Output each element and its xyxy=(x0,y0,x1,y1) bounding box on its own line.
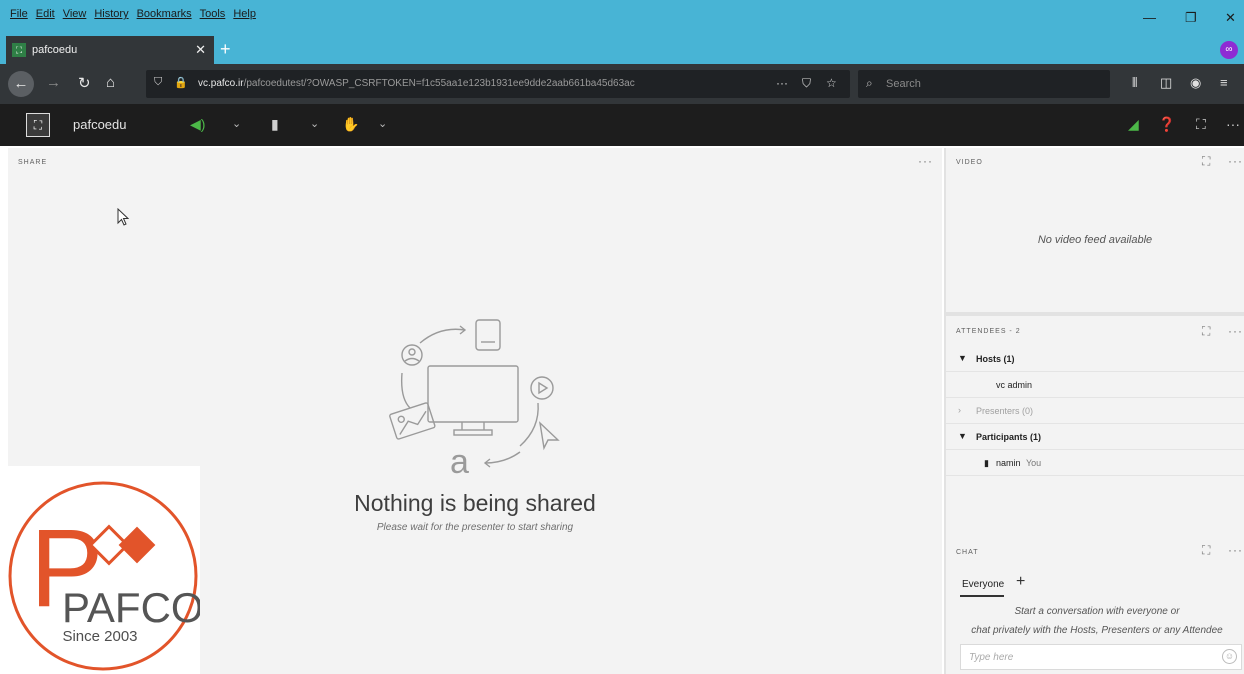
pocket-icon[interactable]: ⛉ xyxy=(802,76,811,91)
video-pod-title: VIDEO xyxy=(956,159,983,166)
add-chat-tab-button[interactable]: + xyxy=(1016,573,1025,591)
mouse-cursor-icon xyxy=(117,208,130,226)
chat-empty-line1: Start a conversation with everyone or xyxy=(1014,606,1180,617)
right-panel: VIDEO ⛶ ··· No video feed available ATTE… xyxy=(944,148,1244,674)
site-identity-icon[interactable]: 🔒 xyxy=(174,76,188,89)
url-bar[interactable]: ⛉ 🔒 vc.pafco.ir/pafcoedutest/?OWASP_CSRF… xyxy=(146,70,850,98)
speaker-dropdown-icon[interactable]: ⌄ xyxy=(232,117,241,130)
share-pod-title: SHARE xyxy=(18,159,48,166)
connection-signal-icon: ◢ xyxy=(1128,116,1139,132)
app-toolbar: ⛶ pafcoedu ◀) ⌄ ▮ ⌄ ✋ ⌄ ◢ ❓ ⛶ ··· xyxy=(0,104,1244,146)
help-icon[interactable]: ❓ xyxy=(1158,116,1175,133)
reload-button[interactable]: ↻ xyxy=(78,74,91,92)
hosts-group[interactable]: ▼ Hosts (1) xyxy=(946,346,1244,372)
menu-hamburger-icon[interactable]: ≡ xyxy=(1220,75,1228,90)
status-dropdown-icon[interactable]: ⌄ xyxy=(378,117,387,130)
app-logo-icon[interactable]: ⛶ xyxy=(26,113,50,137)
navigation-toolbar: ← → ↻ ⌂ ⛉ 🔒 vc.pafco.ir/pafcoedutest/?OW… xyxy=(0,64,1244,104)
menu-tools[interactable]: Tools xyxy=(200,8,226,20)
menu-bookmarks[interactable]: Bookmarks xyxy=(137,8,192,20)
chat-input[interactable]: Type here ☺ xyxy=(960,644,1242,670)
chat-tab-everyone[interactable]: Everyone xyxy=(962,579,1004,590)
participants-group-label: Participants (1) xyxy=(976,432,1042,442)
presenters-group-label: Presenters (0) xyxy=(976,406,1034,416)
chat-pod-title: CHAT xyxy=(956,549,979,556)
attendees-pod-title: ATTENDEES - 2 xyxy=(956,328,1021,335)
restore-button[interactable]: ❐ xyxy=(1185,10,1197,26)
forward-button[interactable]: → xyxy=(46,74,61,91)
tab-title: pafcoedu xyxy=(32,44,78,56)
private-browsing-icon: ∞ xyxy=(1220,41,1238,59)
microphone-icon[interactable]: ▮ xyxy=(271,116,279,133)
search-bar[interactable]: ⌕ Search xyxy=(858,70,1110,98)
menu-file[interactable]: File xyxy=(10,8,28,20)
video-pod-menu-icon[interactable]: ··· xyxy=(1228,154,1243,168)
tab-close-icon[interactable]: ✕ xyxy=(195,42,206,58)
attendees-fullscreen-icon[interactable]: ⛶ xyxy=(1202,324,1210,339)
presenters-group[interactable]: › Presenters (0) xyxy=(946,398,1244,424)
emoji-icon[interactable]: ☺ xyxy=(1222,649,1237,664)
bookmark-star-icon[interactable]: ☆ xyxy=(826,76,837,90)
library-icon[interactable]: ⫴ xyxy=(1132,75,1137,91)
minimize-button[interactable]: — xyxy=(1143,10,1156,25)
svg-text:a: a xyxy=(450,443,469,478)
participant-attendee-name: namin xyxy=(996,458,1021,468)
chat-input-placeholder: Type here xyxy=(969,652,1014,663)
participants-group[interactable]: ▼ Participants (1) xyxy=(946,424,1244,450)
active-tab-indicator xyxy=(960,595,1004,597)
you-label: You xyxy=(1026,458,1042,468)
new-tab-button[interactable]: + xyxy=(220,39,231,60)
chat-empty-line2: chat privately with the Hosts, Presenter… xyxy=(971,625,1223,636)
more-options-icon[interactable]: ··· xyxy=(1226,116,1240,132)
back-button[interactable]: ← xyxy=(8,71,34,97)
participant-attendee-row[interactable]: ▮ namin You xyxy=(946,450,1244,476)
chat-fullscreen-icon[interactable]: ⛶ xyxy=(1202,543,1210,558)
fullscreen-icon[interactable]: ⛶ xyxy=(1196,116,1206,133)
expanded-caret-icon: ▼ xyxy=(958,431,967,441)
app-name: pafcoedu xyxy=(73,117,127,132)
home-button[interactable]: ⌂ xyxy=(106,74,115,91)
menu-help[interactable]: Help xyxy=(233,8,256,20)
no-video-text: No video feed available xyxy=(1037,234,1153,246)
page-actions-icon[interactable]: ··· xyxy=(776,76,788,90)
watermark-since-text: Since 2003 xyxy=(62,628,138,645)
shield-icon[interactable]: ⛉ xyxy=(154,76,162,89)
video-fullscreen-icon[interactable]: ⛶ xyxy=(1202,154,1210,169)
expanded-caret-icon: ▼ xyxy=(958,353,967,363)
collapsed-caret-icon: › xyxy=(958,405,961,415)
speaker-icon[interactable]: ◀) xyxy=(190,116,205,133)
url-text[interactable]: vc.pafco.ir/pafcoedutest/?OWASP_CSRFTOKE… xyxy=(198,78,743,89)
menu-view[interactable]: View xyxy=(63,8,87,20)
attendees-pod-menu-icon[interactable]: ··· xyxy=(1228,324,1243,338)
chat-pod: CHAT ⛶ ··· Everyone + Start a conversati… xyxy=(946,535,1244,674)
browser-titlebar: File Edit View History Bookmarks Tools H… xyxy=(0,0,1244,36)
tab-strip: ⛶ pafcoedu ✕ + ∞ xyxy=(0,36,1244,64)
host-attendee-name: vc admin xyxy=(996,380,1033,390)
close-window-button[interactable]: ✕ xyxy=(1225,10,1236,26)
menu-history[interactable]: History xyxy=(94,8,128,20)
microphone-icon: ▮ xyxy=(984,458,989,468)
hosts-group-label: Hosts (1) xyxy=(976,354,1015,364)
search-placeholder: Search xyxy=(886,78,921,90)
nothing-shared-illustration: a xyxy=(389,319,560,478)
video-pod: VIDEO ⛶ ··· No video feed available xyxy=(946,148,1244,312)
sidebar-icon[interactable]: ◫ xyxy=(1160,75,1172,91)
watermark-letters: PAFCO xyxy=(62,584,200,631)
microphone-dropdown-icon[interactable]: ⌄ xyxy=(310,117,319,130)
chat-empty-message: Start a conversation with everyone or ch… xyxy=(954,602,1240,640)
menu-edit[interactable]: Edit xyxy=(36,8,55,20)
host-attendee-row[interactable]: vc admin xyxy=(946,372,1244,398)
browser-tab[interactable]: ⛶ pafcoedu ✕ xyxy=(6,36,214,64)
chat-pod-menu-icon[interactable]: ··· xyxy=(1228,543,1243,557)
browser-menu: File Edit View History Bookmarks Tools H… xyxy=(10,8,256,20)
share-pod-menu-icon[interactable]: ··· xyxy=(918,154,933,168)
account-icon[interactable]: ◉ xyxy=(1190,75,1201,91)
raise-hand-icon[interactable]: ✋ xyxy=(342,116,359,133)
search-icon: ⌕ xyxy=(866,76,873,90)
site-favicon-icon: ⛶ xyxy=(12,43,26,57)
